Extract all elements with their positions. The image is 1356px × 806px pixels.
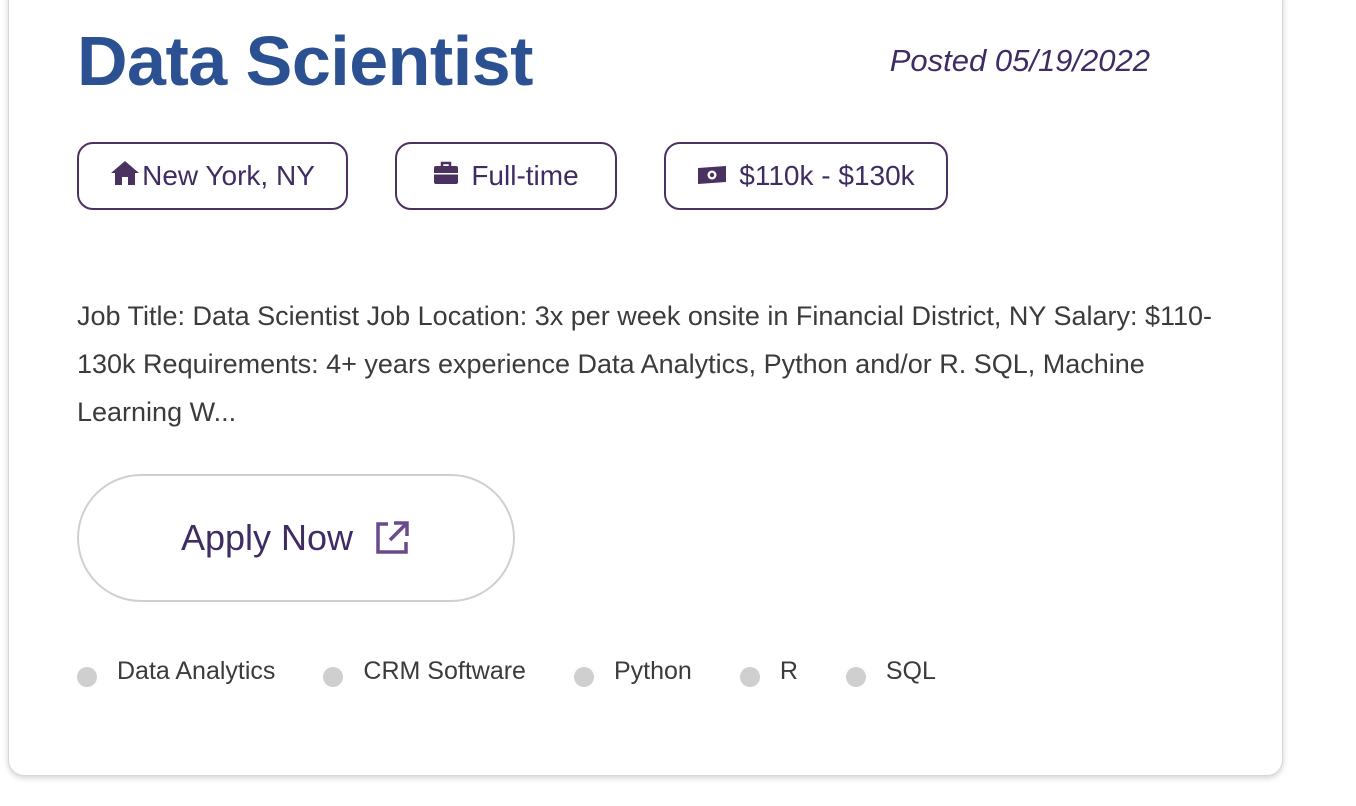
tag-dot-icon — [573, 666, 594, 687]
skill-tags: Data Analytics CRM Software Python R SQL — [77, 657, 984, 687]
skill-tag: R — [739, 657, 798, 687]
skill-tag-label: SQL — [885, 657, 936, 685]
tag-dot-icon — [323, 666, 344, 687]
location-badge: New York, NY — [77, 142, 348, 210]
skill-tag: CRM Software — [323, 657, 526, 687]
money-bill-icon — [697, 160, 727, 192]
salary-badge: $110k - $130k — [664, 142, 948, 210]
job-title[interactable]: Data Scientist — [77, 19, 533, 103]
home-icon — [110, 160, 140, 193]
posted-date: Posted 05/19/2022 — [889, 43, 1150, 78]
skill-tag: SQL — [845, 657, 936, 687]
apply-now-label: Apply Now — [180, 517, 354, 558]
skill-tag-label: CRM Software — [363, 657, 526, 685]
tag-dot-icon — [845, 666, 866, 687]
tag-dot-icon — [77, 666, 97, 687]
salary-label: $110k - $130k — [739, 160, 915, 191]
skill-tag-label: Data Analytics — [117, 657, 276, 685]
location-label: New York, NY — [142, 160, 315, 191]
employment-type-badge: Full-time — [395, 142, 617, 210]
external-link-icon — [373, 519, 411, 557]
job-description: Job Title: Data Scientist Job Location: … — [77, 301, 1213, 427]
tag-dot-icon — [739, 666, 760, 687]
briefcase-icon — [433, 160, 459, 192]
skill-tag-label: Python — [613, 657, 692, 685]
skill-tag: Python — [573, 657, 692, 687]
skill-tag-label: R — [779, 657, 798, 685]
job-card: Data Scientist Posted 05/19/2022 New Yor… — [8, 0, 1283, 776]
skill-tag: Data Analytics — [77, 657, 276, 687]
employment-type-label: Full-time — [471, 160, 579, 191]
apply-now-button[interactable]: Apply Now — [77, 474, 515, 602]
